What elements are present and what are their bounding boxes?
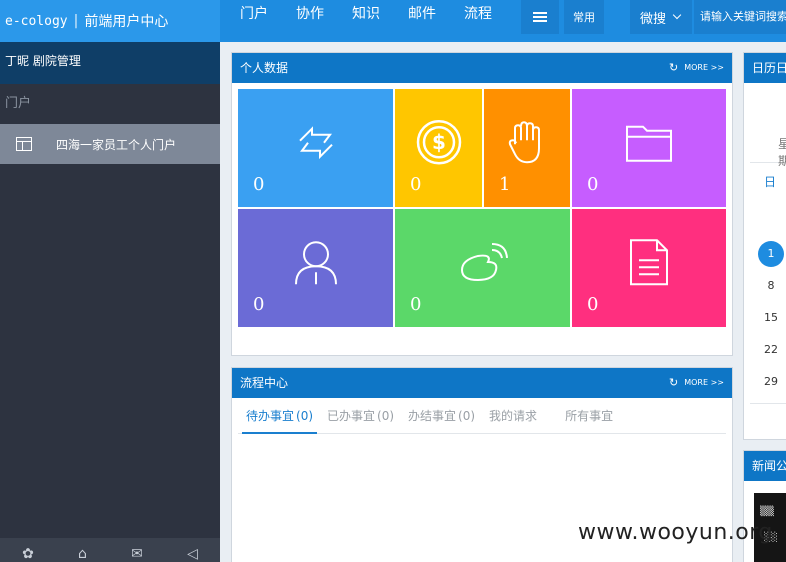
more-link[interactable]: ↻ MORE >> — [669, 368, 724, 398]
exchange-icon — [298, 126, 333, 160]
coin-icon: $ — [416, 119, 461, 165]
panel-title: 流程中心 — [240, 376, 289, 390]
tile-count: 0 — [410, 174, 422, 195]
settings-icon[interactable]: ✿ — [22, 546, 34, 562]
calendar-day[interactable]: 15 — [758, 311, 784, 324]
calendar-today-header: 星期 — [750, 87, 786, 168]
tab-label: 办结事宜 — [408, 408, 457, 423]
user-name[interactable]: 丁昵 剧院管理 — [0, 42, 220, 84]
more-link[interactable]: ↻ MORE >> — [669, 53, 724, 83]
search-scope-select[interactable]: 微搜 — [630, 0, 692, 34]
common-button[interactable]: 常用 — [564, 0, 604, 34]
panel-header: 日历日程 — [744, 53, 786, 83]
top-bar: e-cology | 前端用户中心 门户 协作 知识 邮件 流程 常用 微搜 请… — [0, 0, 786, 42]
tab-my-requests[interactable]: 我的请求 — [489, 399, 537, 433]
panel-title: 日历日程 — [752, 61, 786, 75]
tab-finished[interactable]: 办结事宜 (0) — [408, 399, 475, 433]
tile-user[interactable]: 0 — [238, 209, 393, 327]
day-of-week-sunday: 日 — [764, 175, 777, 189]
lock-icon[interactable]: ⌂ — [78, 546, 87, 562]
sidebar-section-title: 门户 — [5, 96, 32, 111]
logo: e-cology — [5, 13, 68, 29]
nav-knowledge[interactable]: 知识 — [352, 0, 380, 34]
sidebar-toolbar: ✿ ⌂ ✉ ◁ — [0, 538, 220, 562]
nav-collaboration[interactable]: 协作 — [296, 0, 324, 34]
tile-count: 0 — [587, 294, 599, 315]
tab-todo[interactable]: 待办事宜 (0) — [241, 399, 318, 434]
menu-button[interactable] — [521, 0, 559, 34]
nav-workflow[interactable]: 流程 — [464, 0, 492, 34]
sidebar-item-portal[interactable]: 四海一家员工个人门户 — [0, 124, 220, 164]
tile-count: 0 — [410, 294, 422, 315]
folder-icon — [626, 125, 672, 162]
thumbnail-decoration: ▒▒ — [760, 507, 774, 517]
tile-grid: 0 $ 0 1 0 0 0 0 — [238, 89, 726, 327]
divider — [750, 403, 786, 404]
speaker-icon[interactable]: ◁ — [187, 546, 198, 562]
tile-folder[interactable]: 0 — [572, 89, 726, 207]
brand: e-cology | 前端用户中心 — [0, 0, 220, 42]
calendar-day[interactable]: 8 — [758, 279, 784, 292]
panel-title: 个人数据 — [240, 61, 289, 75]
panel-title: 新闻公告 — [752, 459, 786, 473]
news-panel: 新闻公告 ▒▒ ░░ — [743, 450, 786, 562]
calendar-day[interactable]: 22 — [758, 343, 784, 356]
workflow-tabs: 待办事宜 (0) 已办事宜 (0) 办结事宜 (0) 我的请求 所有事宜 — [238, 398, 726, 434]
user-icon — [294, 241, 337, 285]
more-label: MORE >> — [684, 378, 724, 387]
tab-label: 我的请求 — [489, 408, 538, 423]
weibo-icon — [460, 242, 508, 281]
more-label: MORE >> — [684, 63, 724, 72]
search-scope-label: 微搜 — [640, 11, 667, 27]
mail-icon[interactable]: ✉ — [131, 546, 143, 562]
tile-document[interactable]: 0 — [572, 209, 726, 327]
chevron-down-icon — [672, 10, 682, 20]
hamburger-icon — [533, 16, 547, 18]
panel-header: 流程中心 ↻ MORE >> — [232, 368, 732, 398]
weekday-label: 星期 — [778, 135, 786, 169]
tile-hand[interactable]: 1 — [484, 89, 570, 207]
refresh-icon[interactable]: ↻ — [669, 53, 678, 83]
document-icon — [630, 239, 668, 286]
search-input[interactable]: 请输入关键词搜索 — [694, 0, 786, 34]
calendar-day-today[interactable]: 1 — [758, 241, 784, 267]
calendar-day[interactable]: 29 — [758, 375, 784, 388]
tile-count: 0 — [587, 174, 599, 195]
tile-weibo[interactable]: 0 — [395, 209, 570, 327]
tile-count: 0 — [253, 294, 265, 315]
calendar-body: 星期 日 1 8 15 22 29 — [744, 83, 786, 433]
app-title: 前端用户中心 — [84, 14, 169, 30]
watermark: www.wooyun.org — [578, 520, 773, 545]
nav-portal[interactable]: 门户 — [240, 0, 268, 34]
tab-label: 已办事宜 — [327, 408, 376, 423]
tile-count: 1 — [499, 174, 511, 195]
layout-icon — [16, 137, 32, 151]
tile-count: 0 — [253, 174, 265, 195]
tab-label: 所有事宜 — [565, 408, 614, 423]
tab-all[interactable]: 所有事宜 — [565, 399, 613, 433]
sidebar: 丁昵 剧院管理 门户 四海一家员工个人门户 ✿ ⌂ ✉ ◁ — [0, 42, 220, 562]
tab-count: (0) — [458, 408, 476, 423]
tile-exchange[interactable]: 0 — [238, 89, 393, 207]
main-nav: 门户 协作 知识 邮件 流程 — [240, 0, 520, 34]
hand-icon — [508, 121, 540, 164]
tab-done[interactable]: 已办事宜 (0) — [327, 399, 394, 433]
panel-header: 个人数据 ↻ MORE >> — [232, 53, 732, 83]
tab-count: (0) — [377, 408, 395, 423]
calendar-panel: 日历日程 星期 日 1 8 15 22 29 — [743, 52, 786, 440]
sidebar-item-label: 四海一家员工个人门户 — [56, 137, 177, 152]
tab-count: (0) — [296, 408, 314, 423]
tile-coin[interactable]: $ 0 — [395, 89, 482, 207]
refresh-icon[interactable]: ↻ — [669, 368, 678, 398]
nav-mail[interactable]: 邮件 — [408, 0, 436, 34]
tab-label: 待办事宜 — [246, 408, 295, 423]
logo-separator: | — [73, 13, 79, 29]
svg-text:$: $ — [432, 130, 446, 154]
panel-header: 新闻公告 — [744, 451, 786, 481]
personal-data-panel: 个人数据 ↻ MORE >> 0 $ 0 1 0 0 0 0 — [231, 52, 733, 356]
